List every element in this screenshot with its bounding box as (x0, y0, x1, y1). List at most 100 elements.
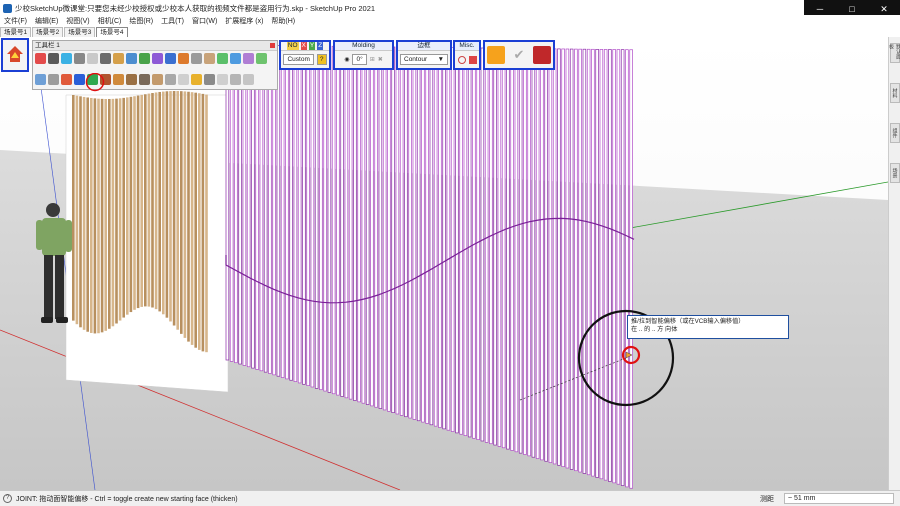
menu-draw[interactable]: 绘图(R) (125, 16, 157, 26)
purple-slat (408, 46, 412, 419)
pointer-icon[interactable] (243, 74, 254, 85)
sphere-icon[interactable] (230, 53, 241, 64)
wood-slat (100, 98, 104, 333)
purple-slat (416, 46, 421, 422)
purple-slat (421, 46, 425, 423)
toolbar-panel-title-text: 工具栏 1 (35, 42, 60, 49)
offset-icon[interactable] (61, 74, 72, 85)
axis-y-label[interactable]: Y (308, 42, 316, 50)
scene-tab-2[interactable]: 场景号2 (32, 27, 64, 37)
purple-slat (242, 44, 247, 366)
grow-icon[interactable] (139, 53, 150, 64)
purple-slat (387, 46, 391, 412)
help-icon[interactable]: ? (3, 494, 12, 503)
purple-slat (625, 49, 629, 488)
scene-tab-3[interactable]: 场景号3 (64, 27, 96, 37)
vcb-input[interactable]: ~ 51 mm (784, 493, 894, 504)
misc-refresh-icon[interactable] (457, 55, 466, 64)
axis-no-label[interactable]: NO (286, 42, 299, 50)
undo-arrow-icon[interactable] (487, 46, 506, 64)
cylinder-icon[interactable] (217, 53, 228, 64)
array-icon[interactable] (48, 74, 59, 85)
purple-slat (276, 45, 281, 377)
wood-slat (158, 91, 161, 312)
component-icon[interactable] (256, 53, 267, 64)
scene-tabs: 场景号1 场景号2 场景号3 场景号4 (0, 26, 900, 37)
rectangle-icon[interactable] (87, 53, 98, 64)
wood-slat (147, 93, 151, 307)
menu-tools[interactable]: 工具(T) (157, 16, 188, 26)
shape-bender-icon[interactable] (152, 53, 163, 64)
select-point-icon[interactable] (35, 53, 46, 64)
z-axis-icon[interactable] (191, 74, 202, 85)
menu-edit[interactable]: 编辑(E) (31, 16, 62, 26)
axis-lock-icon[interactable]: ? (316, 54, 327, 65)
axis-z-label[interactable]: Z (317, 42, 324, 50)
rotate-icon[interactable] (74, 53, 85, 64)
purple-slat (548, 48, 553, 463)
fillet-icon[interactable] (204, 53, 215, 64)
menu-camera[interactable]: 相机(C) (94, 16, 126, 26)
extension-launcher-button[interactable] (1, 38, 29, 72)
curve-icon[interactable] (152, 74, 163, 85)
line-tool-icon[interactable] (165, 53, 176, 64)
wood-slat (126, 97, 129, 315)
menu-window[interactable]: 窗口(W) (188, 16, 221, 26)
tray-tab-scenes[interactable]: 场景 (890, 163, 900, 183)
window-icon[interactable] (230, 74, 241, 85)
menu-help[interactable]: 帮助(H) (267, 16, 299, 26)
purple-slat (608, 49, 612, 482)
menu-file[interactable]: 文件(F) (0, 16, 31, 26)
border-mode-dropdown[interactable]: Contour ▼ (400, 54, 448, 65)
misc-stop-icon[interactable] (468, 55, 477, 64)
round-corner-icon[interactable] (113, 74, 124, 85)
axis-x-label[interactable]: X (300, 42, 307, 50)
bezier-icon[interactable] (61, 53, 72, 64)
loft-icon[interactable] (113, 53, 124, 64)
follow-me-icon[interactable] (178, 53, 189, 64)
purple-slat (582, 48, 587, 474)
tray-tab-materials[interactable]: 材料 (890, 83, 900, 103)
wood-slat (187, 91, 190, 342)
wood-slat (97, 98, 100, 334)
wood-slat (82, 96, 86, 330)
border-toolbar-head: 边框 (398, 42, 450, 51)
scale-icon[interactable] (35, 74, 46, 85)
axis-toolbar-head: NO X Y Z (281, 42, 329, 51)
molding-angle-field[interactable]: 0° (352, 54, 367, 65)
wood-slat (122, 97, 125, 318)
joint-pushpull-icon[interactable] (74, 74, 85, 85)
bevel-icon[interactable] (126, 74, 137, 85)
scene-tab-4[interactable]: 场景号4 (96, 27, 128, 37)
pen-icon[interactable] (100, 53, 111, 64)
purple-slat (357, 46, 361, 403)
purple-slat (629, 49, 633, 489)
molding-cancel-icon[interactable]: ✖ (378, 56, 383, 63)
molding-plus-icon[interactable]: ⊞ (370, 56, 375, 63)
purple-slat (319, 45, 323, 391)
molding-radio-icon[interactable]: ◉ (344, 56, 349, 63)
purple-slat (425, 46, 429, 424)
axis-toolbar-body: Custom ? (281, 51, 329, 68)
model-viewport[interactable] (0, 37, 888, 490)
purple-slat (246, 44, 251, 368)
fix-icon[interactable] (204, 74, 215, 85)
purple-slat (446, 47, 451, 431)
menu-extensions[interactable]: 扩展程序 (x) (221, 16, 267, 26)
exit-door-icon[interactable] (532, 46, 551, 64)
chamfer-icon[interactable] (139, 74, 150, 85)
panel-close-icon[interactable] (270, 43, 275, 48)
tray-tab-components[interactable]: 组件 (890, 123, 900, 143)
subdivide-icon[interactable] (243, 53, 254, 64)
weld-icon[interactable] (165, 74, 176, 85)
extrude-icon[interactable] (126, 53, 137, 64)
sketchup-app-icon (3, 3, 12, 13)
arc-tool-icon[interactable] (48, 53, 59, 64)
scene-tab-1[interactable]: 场景号1 (0, 27, 32, 37)
purple-slat (523, 48, 527, 455)
circle-icon[interactable] (191, 53, 202, 64)
tray-tab-default[interactable]: 默认面板 (888, 43, 900, 63)
checkmark-icon[interactable]: ✔ (510, 46, 528, 64)
menu-view[interactable]: 视图(V) (62, 16, 93, 26)
axis-mode-field[interactable]: Custom (283, 54, 314, 65)
